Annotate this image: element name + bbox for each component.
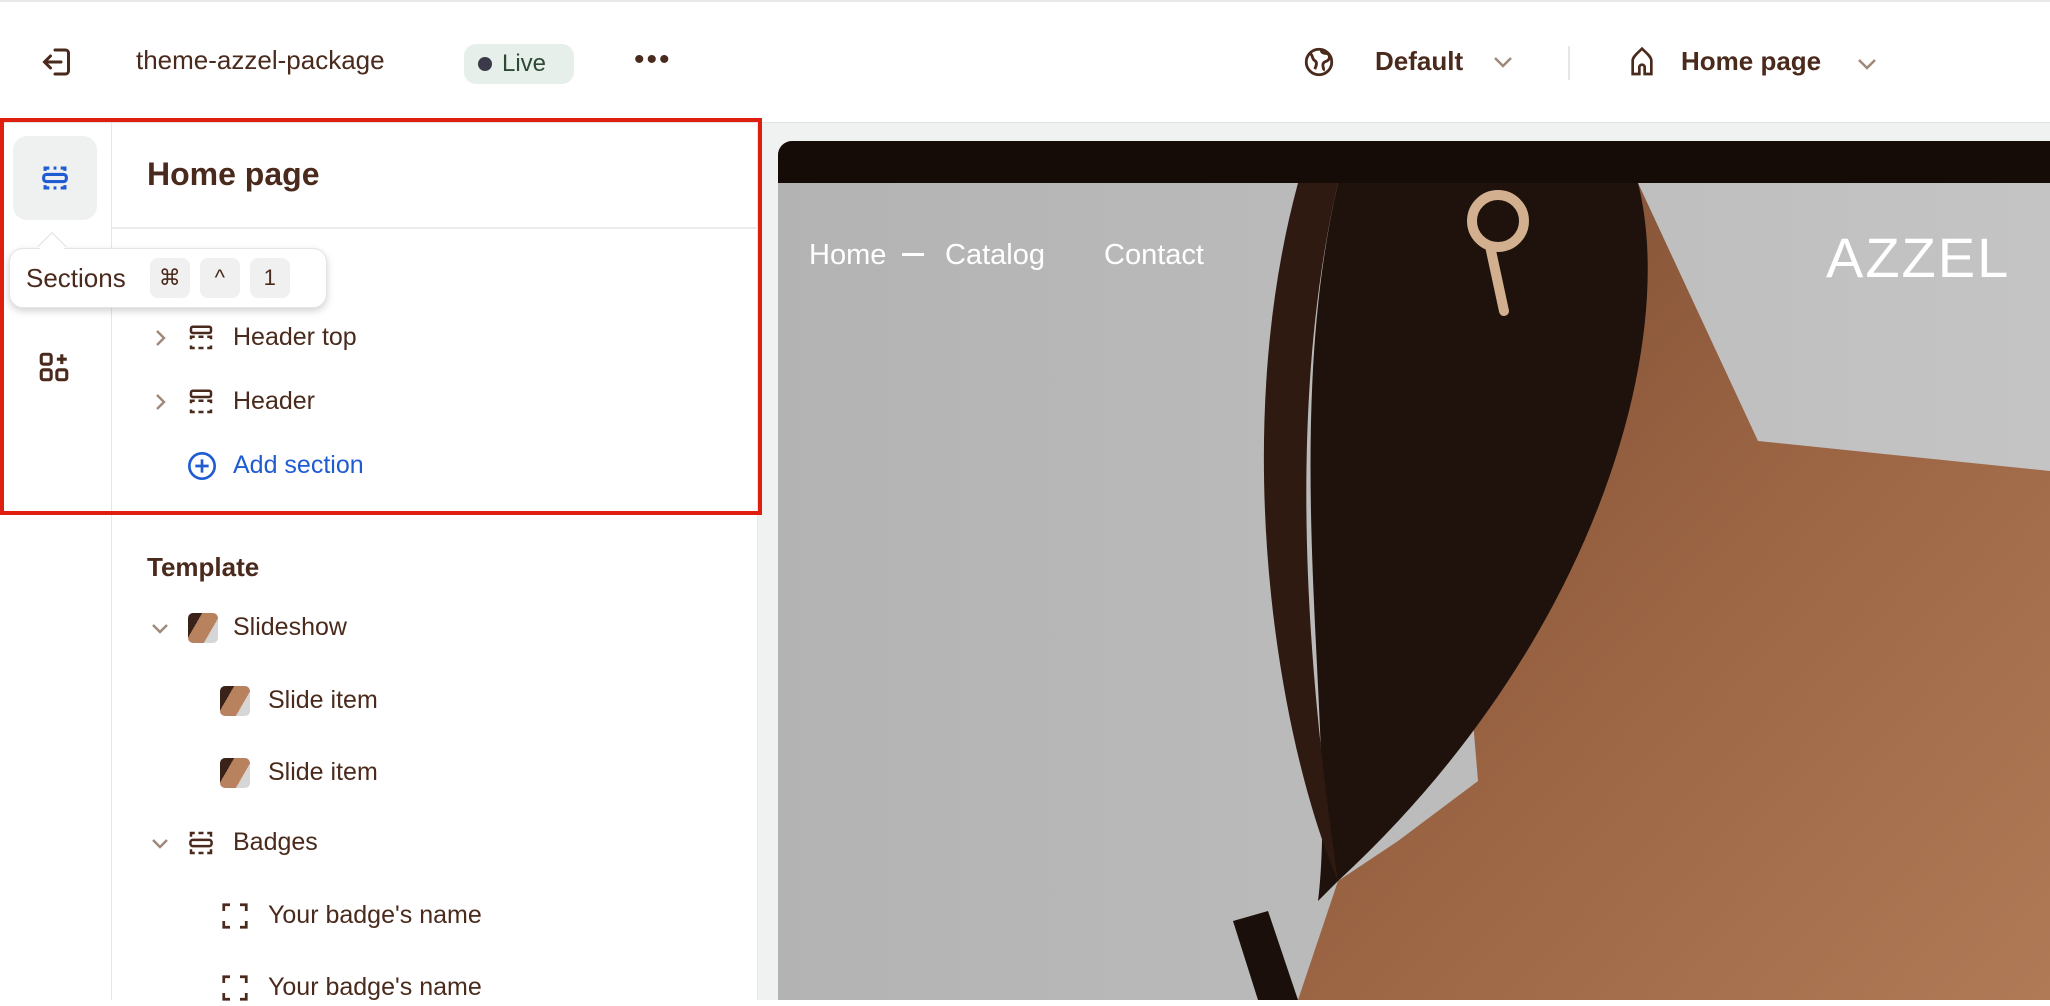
block-icon	[222, 903, 248, 929]
tree-item-badge[interactable]: Your badge's name	[220, 970, 720, 1006]
status-dot	[478, 57, 492, 71]
tree-item-slide-item[interactable]: Slide item	[220, 755, 720, 791]
image-thumbnail	[188, 613, 218, 643]
template-heading: Template	[147, 552, 260, 582]
image-thumbnail	[220, 758, 250, 788]
nav-separator	[902, 253, 924, 256]
tree-item-label: Slide item	[268, 758, 378, 786]
nav-link-catalog[interactable]: Catalog	[945, 239, 1045, 272]
status-badge: Live	[464, 44, 574, 84]
page-selector[interactable]: Home page	[1681, 46, 1821, 77]
tree-item-slideshow[interactable]: Slideshow	[150, 610, 750, 646]
globe-icon	[1302, 45, 1336, 84]
image-thumbnail	[220, 686, 250, 716]
nav-link-home[interactable]: Home	[809, 239, 886, 272]
tree-item-label: Badges	[233, 828, 318, 856]
chevron-down-icon[interactable]	[1856, 56, 1878, 77]
nav-link-contact[interactable]: Contact	[1104, 239, 1204, 272]
section-icon	[189, 831, 213, 855]
chevron-down-icon[interactable]	[150, 618, 170, 638]
tree-item-label: Your badge's name	[268, 901, 482, 929]
more-horizontal-icon[interactable]: •••	[634, 45, 672, 75]
language-selector[interactable]: Default	[1375, 46, 1463, 77]
chevron-down-icon[interactable]	[150, 833, 170, 853]
home-icon	[1626, 45, 1658, 84]
store-logo[interactable]: AZZEL	[1826, 225, 2010, 290]
tree-item-badges[interactable]: Badges	[150, 825, 750, 861]
tree-item-label: Slideshow	[233, 613, 347, 641]
highlight-box	[0, 118, 762, 515]
tree-item-label: Your badge's name	[268, 973, 482, 1001]
divider	[1568, 46, 1570, 80]
tree-item-badge[interactable]: Your badge's name	[220, 898, 720, 934]
theme-name: theme-azzel-package	[136, 45, 385, 75]
exit-icon[interactable]	[40, 44, 76, 85]
chevron-down-icon[interactable]	[1492, 54, 1514, 75]
tree-item-slide-item[interactable]: Slide item	[220, 683, 720, 719]
store-preview[interactable]: Home Catalog Contact AZZEL	[778, 141, 2050, 1000]
status-label: Live	[502, 50, 547, 77]
block-icon	[222, 975, 248, 1001]
tree-item-label: Slide item	[268, 686, 378, 714]
